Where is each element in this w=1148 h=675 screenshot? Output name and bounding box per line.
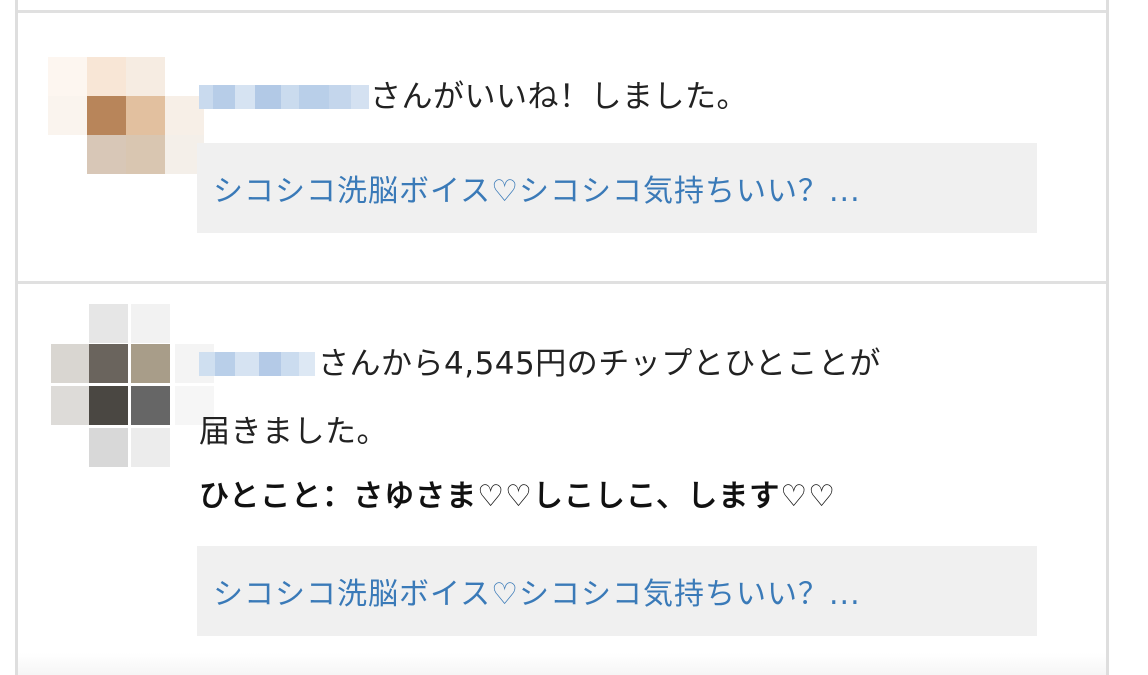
- content-link-title[interactable]: シコシコ洗脳ボイス♡シコシコ気持ちいい？...: [213, 569, 861, 613]
- content-link-1[interactable]: シコシコ洗脳ボイス♡シコシコ気持ちいい？...: [197, 143, 1037, 233]
- next-item-shadow: [18, 653, 1106, 675]
- user-avatar-2[interactable]: [51, 304, 219, 468]
- username-2[interactable]: [199, 352, 315, 376]
- username-1[interactable]: [199, 85, 369, 109]
- notification-tip[interactable]: さんから4,545円のチップとひとことが 届きました。 ひとこと：さゆさま♡♡し…: [18, 284, 1106, 675]
- notification-message-line2: 届きました。: [199, 414, 388, 450]
- notification-feed: さんがいいね！しました。 シコシコ洗脳ボイス♡シコシコ気持ちいい？... さんか…: [15, 0, 1109, 675]
- notification-message: さんがいいね！しました。: [370, 79, 748, 115]
- notification-message-line1: さんから4,545円のチップとひとことが: [318, 346, 881, 382]
- notifications-page: さんがいいね！しました。 シコシコ洗脳ボイス♡シコシコ気持ちいい？... さんか…: [0, 0, 1148, 675]
- content-link-title[interactable]: シコシコ洗脳ボイス♡シコシコ気持ちいい？...: [213, 166, 861, 210]
- content-link-2[interactable]: シコシコ洗脳ボイス♡シコシコ気持ちいい？...: [197, 546, 1037, 636]
- notification-like[interactable]: さんがいいね！しました。 シコシコ洗脳ボイス♡シコシコ気持ちいい？...: [18, 13, 1106, 281]
- tip-comment: ひとこと：さゆさま♡♡しこしこ、します♡♡: [199, 479, 837, 514]
- user-avatar-1[interactable]: [48, 57, 204, 174]
